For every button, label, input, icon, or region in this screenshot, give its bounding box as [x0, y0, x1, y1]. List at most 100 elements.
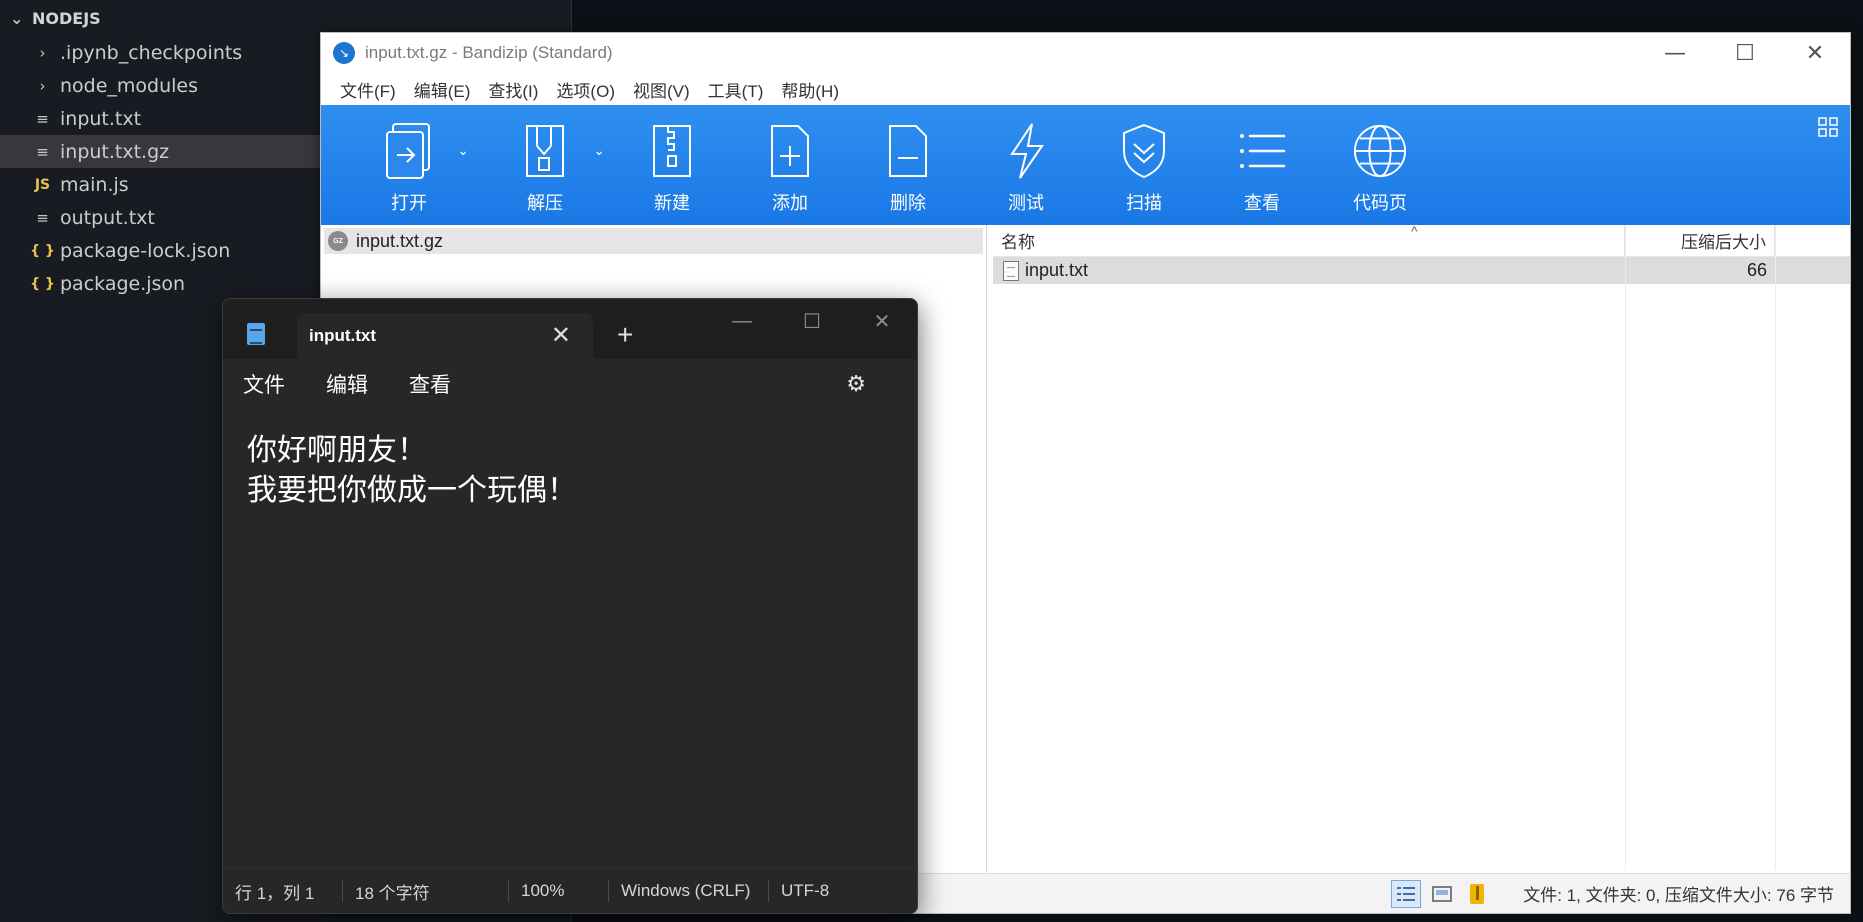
chevron-down-icon[interactable]: ⌄: [593, 143, 605, 159]
maximize-icon[interactable]: ☐: [777, 299, 847, 343]
file-compressed-size: 66: [1746, 260, 1767, 280]
close-icon[interactable]: ✕: [1780, 33, 1850, 73]
list-icon: [1234, 121, 1290, 181]
layout-grid-icon[interactable]: [1818, 117, 1838, 137]
bandizip-window-controls: — ☐ ✕: [1640, 33, 1850, 73]
bandizip-app-icon: ↘: [333, 42, 355, 64]
open-button[interactable]: 打开 ⌄: [341, 105, 477, 225]
archive-tree-node[interactable]: GZ input.txt.gz: [324, 228, 983, 254]
extract-button[interactable]: 解压 ⌄: [477, 105, 613, 225]
menu-options[interactable]: 选项(O): [547, 77, 624, 102]
text-file-icon: [1003, 260, 1019, 281]
remove-file-icon: [880, 121, 936, 181]
thumbnail-view-icon[interactable]: [1427, 880, 1457, 908]
new-label: 新建: [654, 193, 690, 214]
menu-tools[interactable]: 工具(T): [699, 77, 773, 102]
menu-edit[interactable]: 编辑: [318, 369, 385, 399]
codepage-button[interactable]: 代码页: [1321, 105, 1439, 225]
notepad-window: input.txt ✕ + — ☐ ✕ 文件 编辑 查看 ⚙ 你好啊朋友！ 我要…: [222, 298, 918, 914]
column-compressed-size-header[interactable]: 压缩后大小: [1625, 225, 1775, 256]
tree-item-label: input.txt.gz: [60, 140, 170, 163]
tree-item-label: package.json: [60, 272, 186, 295]
shield-icon: [1116, 121, 1172, 181]
sort-ascending-icon: ^: [1411, 223, 1418, 239]
menu-help[interactable]: 帮助(H): [772, 77, 848, 102]
tab-input-txt[interactable]: input.txt ✕: [297, 313, 593, 359]
chevron-down-icon[interactable]: ⌄: [457, 143, 469, 159]
test-label: 测试: [1008, 193, 1044, 214]
text-file-icon: ≡: [36, 208, 49, 227]
menu-edit[interactable]: 编辑(E): [405, 77, 480, 102]
tree-item-label: node_modules: [60, 74, 199, 97]
column-name-header[interactable]: 名称: [993, 225, 1625, 256]
notepad-app-icon: [247, 323, 265, 345]
menu-find[interactable]: 查找(I): [479, 77, 547, 102]
explorer-root-header[interactable]: ⌄ NODEJS: [0, 0, 572, 36]
chevron-down-icon: ⌄: [10, 8, 24, 28]
bandizip-menubar: 文件(F) 编辑(E) 查找(I) 选项(O) 视图(V) 工具(T) 帮助(H…: [321, 73, 1850, 105]
text-file-icon: ≡: [36, 109, 49, 128]
new-archive-button[interactable]: 新建: [613, 105, 731, 225]
javascript-file-icon: JS: [34, 176, 51, 193]
notepad-tab-strip: input.txt ✕ + — ☐ ✕: [223, 299, 917, 359]
notepad-window-controls: — ☐ ✕: [707, 299, 917, 343]
archive-info-icon[interactable]: [1463, 880, 1493, 908]
column-divider: [1775, 225, 1776, 870]
delete-button[interactable]: 删除: [849, 105, 967, 225]
file-list-header: 名称 压缩后大小 ^: [993, 223, 1850, 257]
line-ending[interactable]: Windows (CRLF): [609, 880, 769, 902]
view-button[interactable]: 查看: [1203, 105, 1321, 225]
extract-label: 解压: [527, 193, 563, 214]
text-line: 我要把你做成一个玩偶！: [247, 473, 577, 508]
minimize-icon[interactable]: —: [707, 299, 777, 343]
notepad-text-area[interactable]: 你好啊朋友！ 我要把你做成一个玩偶！: [223, 409, 917, 847]
close-tab-icon[interactable]: ✕: [551, 321, 571, 350]
lightning-icon: [998, 121, 1054, 181]
zoom-level[interactable]: 100%: [509, 880, 609, 902]
text-file-icon: ≡: [36, 142, 49, 161]
add-button[interactable]: 添加: [731, 105, 849, 225]
tree-item-label: .ipynb_checkpoints: [60, 41, 243, 64]
test-button[interactable]: 测试: [967, 105, 1085, 225]
scan-label: 扫描: [1126, 193, 1162, 214]
json-file-icon: { }: [30, 275, 55, 292]
tree-item-label: output.txt: [60, 206, 155, 229]
menu-file[interactable]: 文件: [235, 369, 302, 399]
table-row[interactable]: input.txt 66: [993, 257, 1850, 284]
maximize-icon[interactable]: ☐: [1710, 33, 1780, 73]
tab-title: input.txt: [309, 326, 377, 345]
codepage-label: 代码页: [1353, 193, 1407, 214]
column-divider: [1625, 225, 1626, 870]
bandizip-titlebar[interactable]: ↘ input.txt.gz - Bandizip (Standard): [321, 33, 1850, 73]
open-archive-icon: [381, 121, 437, 181]
menu-view[interactable]: 视图(V): [624, 77, 699, 102]
add-file-icon: [762, 121, 818, 181]
view-label: 查看: [1244, 193, 1280, 214]
gz-archive-icon: GZ: [328, 231, 348, 251]
explorer-root-label: NODEJS: [32, 8, 101, 28]
close-icon[interactable]: ✕: [847, 299, 917, 343]
tree-item-label: main.js: [60, 173, 129, 196]
character-count: 18 个字符: [343, 880, 509, 903]
tree-item-label: input.txt: [60, 107, 142, 130]
details-view-icon[interactable]: [1391, 879, 1422, 908]
menu-file[interactable]: 文件(F): [331, 77, 405, 102]
extract-zip-icon: [517, 121, 573, 181]
gear-icon[interactable]: ⚙: [838, 371, 883, 397]
text-line: 你好啊朋友！: [247, 433, 427, 468]
new-tab-icon[interactable]: +: [617, 319, 633, 351]
scan-button[interactable]: 扫描: [1085, 105, 1203, 225]
chevron-right-icon: ›: [39, 43, 46, 62]
encoding[interactable]: UTF-8: [769, 880, 841, 902]
tree-item-label: package-lock.json: [60, 239, 231, 262]
delete-label: 删除: [890, 193, 926, 214]
chevron-right-icon: ›: [39, 76, 46, 95]
archive-tree-node-label: input.txt.gz: [356, 230, 444, 251]
menu-view[interactable]: 查看: [401, 369, 468, 399]
add-label: 添加: [772, 193, 808, 214]
minimize-icon[interactable]: —: [1640, 33, 1710, 73]
globe-icon: [1352, 121, 1408, 181]
bandizip-window-title: input.txt.gz - Bandizip (Standard): [365, 43, 613, 62]
bandizip-toolbar: 打开 ⌄ 解压 ⌄ 新建 添加 删除 测试 扫描 查看 代码页: [321, 105, 1850, 225]
json-file-icon: { }: [30, 242, 55, 259]
